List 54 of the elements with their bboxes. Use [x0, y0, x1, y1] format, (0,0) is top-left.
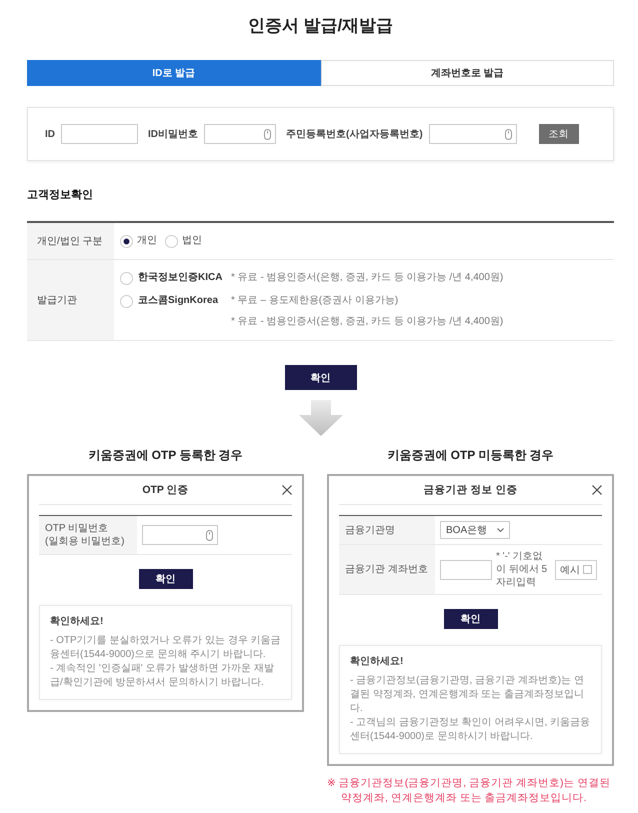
row-label: 금융기관 계좌번호 [339, 545, 435, 594]
password-field[interactable] [428, 124, 517, 144]
chevron-down-icon [497, 528, 504, 532]
field-label: ID비밀번호 [148, 128, 198, 141]
radio-label: 코스콤SignKorea [138, 294, 220, 308]
section-heading: 고객정보확인 [27, 188, 94, 202]
radio-label: 법인 [182, 234, 202, 248]
row-label: 금융기관명 [339, 516, 435, 544]
confirm-button[interactable]: 확인 [444, 609, 498, 629]
radio-label: 개인 [137, 234, 157, 248]
close-icon[interactable] [282, 485, 292, 495]
row-label: 개인/법인 구분 [27, 223, 114, 259]
option-note: * 유료 - 범용인증서(은행, 증권, 카드 등 이용가능 /년 4,400원) [231, 315, 504, 329]
lookup-button[interactable]: 조회 [538, 124, 579, 144]
field-label: 주민등록번호(사업자등록번호) [286, 128, 423, 141]
radio-button[interactable] [120, 272, 133, 285]
mouse-icon [206, 530, 213, 540]
page-title: 인증서 발급/재발급 [246, 15, 394, 37]
tab[interactable]: ID로 발급 [27, 60, 320, 86]
text-field[interactable] [61, 124, 138, 144]
confirm-button[interactable]: 확인 [138, 569, 192, 589]
bank-select[interactable]: BOA은행 [440, 521, 510, 539]
notice-item: - 고객님의 금융기관정보 확인이 어려우시면, 키움금융센터(1544-9000)로 문의하시기 바랍니다. [350, 716, 591, 744]
notice-item: - 계속적인 '인증실패' 오류가 발생하면 가까운 재발급/확인기관에 방문하셔서 문의하시기 바랍니다. [50, 662, 275, 690]
case-heading: 키움증권에 OTP 미등록한 경우 [386, 447, 555, 464]
radio-label: 한국정보인증KICA [138, 271, 224, 285]
notice-title: 확인하세요! [350, 655, 404, 669]
account-field[interactable] [440, 560, 492, 580]
mouse-icon [264, 128, 271, 140]
option-note: * 무료 – 용도제한용(증권사 이용가능) [231, 294, 400, 308]
hint-text: * '-' 기호없이 뒤에서 5자리입력 [496, 550, 548, 589]
row-label: OTP 비밀번호 (일회용 비밀번호) [39, 516, 137, 554]
option-note: * 유료 - 범용인증서(은행, 증권, 카드 등 이용가능 /년 4,400원) [231, 271, 504, 285]
row-label: 발급기관 [27, 260, 114, 340]
example-toggle[interactable]: 예시 [555, 560, 597, 580]
password-field[interactable] [142, 525, 218, 545]
radio-button[interactable] [120, 234, 133, 248]
case-heading: 키움증권에 OTP 등록한 경우 [87, 447, 244, 464]
footnote: ※ 금융기관정보(금융기관명, 금융기관 계좌번호)는 연결된 약정계좌, 연계은행계좌 또는 출금계좌정보입니다. [327, 776, 612, 806]
tab[interactable]: 계좌번호로 발급 [320, 60, 614, 86]
close-icon[interactable] [592, 485, 602, 495]
notice-title: 확인하세요! [50, 615, 104, 629]
dialog-title: OTP 인증 [142, 483, 189, 497]
dialog-title: 금융기관 정보 인증 [424, 483, 518, 497]
arrow-down-icon [298, 400, 342, 436]
field-label: ID [45, 128, 55, 140]
confirm-button[interactable]: 확인 [284, 365, 356, 390]
mouse-icon [504, 128, 512, 140]
notice-item: - OTP기기를 분실하였거나 오류가 있는 경우 키움금융센터(1544-9000)으로 문의해 주시기 바랍니다. [50, 634, 281, 662]
checkbox[interactable] [583, 565, 592, 574]
radio-button[interactable] [120, 295, 133, 308]
radio-button[interactable] [165, 234, 178, 248]
password-field[interactable] [204, 124, 276, 144]
notice-item: - 금융기관정보(금융기관명, 금융기관 계좌번호)는 연결된 약정계좌, 연계은행계좌 또는 출금계좌정보입니다. [350, 674, 585, 716]
